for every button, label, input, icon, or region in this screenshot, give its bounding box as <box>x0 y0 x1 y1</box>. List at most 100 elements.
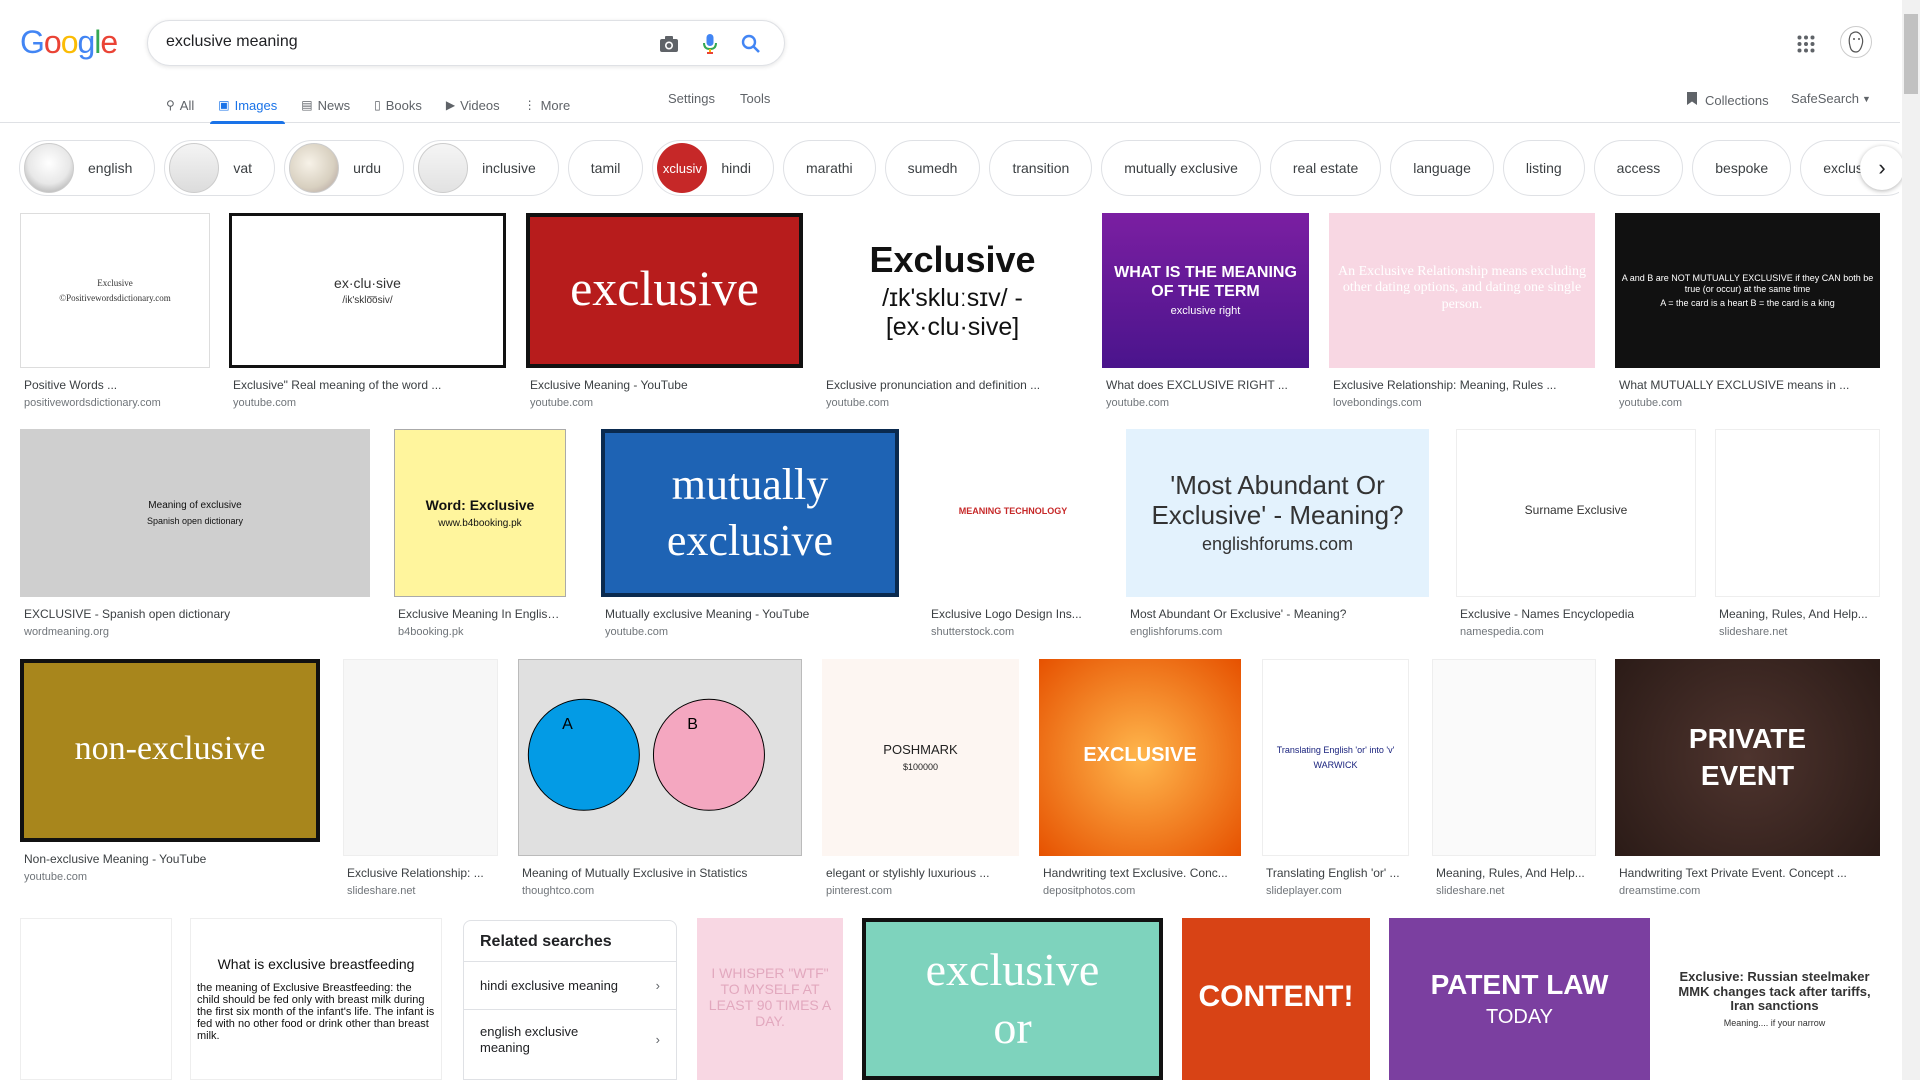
chip-real-estate[interactable]: real estate <box>1269 140 1382 196</box>
result-thumbnail[interactable]: A and B are NOT MUTUALLY EXCLUSIVE if th… <box>1615 213 1880 368</box>
search-icon[interactable] <box>739 32 763 56</box>
related-search-item[interactable]: hindi exclusive meaning › <box>464 961 676 1009</box>
thumbnail-text: mutually <box>671 460 829 510</box>
result-title[interactable]: Translating English 'or' ... <box>1266 866 1407 880</box>
result-thumbnail[interactable]: Surname Exclusive <box>1456 429 1696 597</box>
scrollbar-thumb[interactable] <box>1904 14 1918 94</box>
result-title[interactable]: Non-exclusive Meaning - YouTube <box>24 852 318 866</box>
result-thumbnail[interactable]: Exclusive ©Positivewordsdictionary.com <box>20 213 210 368</box>
result-thumbnail[interactable]: MEANING TECHNOLOGY <box>927 429 1099 597</box>
settings-link[interactable]: Settings <box>668 91 715 106</box>
result-title[interactable]: Most Abundant Or Exclusive' - Meaning? <box>1130 607 1427 621</box>
result-thumbnail[interactable]: WHAT IS THE MEANING OF THE TERM exclusive… <box>1102 213 1309 368</box>
collections-button[interactable]: Collections <box>1686 91 1769 109</box>
book-icon: ▯ <box>374 98 381 112</box>
result-title[interactable]: Exclusive - Names Encyclopedia <box>1460 607 1694 621</box>
result-domain: slideshare.net <box>1719 626 1788 638</box>
tab-news[interactable]: ▤ News <box>301 88 350 122</box>
result-thumbnail[interactable]: What is exclusive breastfeeding the meani… <box>190 918 442 1080</box>
tab-more[interactable]: ⋮ More <box>524 88 571 122</box>
chip-inclusive[interactable]: inclusive <box>413 140 559 196</box>
result-thumbnail[interactable]: non-exclusive <box>20 659 320 842</box>
result-title[interactable]: What does EXCLUSIVE RIGHT ... <box>1106 378 1307 392</box>
chip-label: urdu <box>353 160 382 176</box>
result-title[interactable]: Positive Words ... <box>24 378 208 392</box>
tab-books[interactable]: ▯ Books <box>374 88 422 122</box>
chip-bespoke[interactable]: bespoke <box>1692 140 1792 196</box>
tools-link[interactable]: Tools <box>740 91 770 106</box>
result-thumbnail[interactable] <box>20 918 172 1080</box>
result-thumbnail[interactable]: PRIVATE EVENT <box>1615 659 1880 856</box>
chip-mutually-exclusive[interactable]: mutually exclusive <box>1101 140 1261 196</box>
chip-transition[interactable]: transition <box>989 140 1093 196</box>
result-title[interactable]: Exclusive Logo Design Ins... <box>931 607 1097 621</box>
result-thumbnail[interactable]: POSHMARK $100000 <box>822 659 1019 856</box>
result-title[interactable]: EXCLUSIVE - Spanish open dictionary <box>24 607 368 621</box>
chip-hindi[interactable]: xclusiv hindi <box>652 140 774 196</box>
result-thumbnail[interactable]: exclusive or <box>862 918 1163 1080</box>
chip-label: marathi <box>805 160 853 176</box>
result-title[interactable]: Handwriting Text Private Event. Concept … <box>1619 866 1878 880</box>
tab-images[interactable]: ▣ Images <box>210 88 286 124</box>
result-thumbnail[interactable]: Word: Exclusive www.b4booking.pk <box>394 429 566 597</box>
chip-access[interactable]: access <box>1593 140 1684 196</box>
microphone-icon[interactable] <box>699 32 721 56</box>
result-title[interactable]: Meaning, Rules, And Help... <box>1719 607 1878 621</box>
chip-vat[interactable]: vat <box>164 140 276 196</box>
result-title[interactable]: Exclusive Meaning In English ... <box>398 607 564 621</box>
chip-sumedh[interactable]: sumedh <box>884 140 981 196</box>
google-logo[interactable]: Google <box>20 24 118 61</box>
chips-next-button[interactable]: › <box>1860 146 1904 190</box>
result-thumbnail[interactable] <box>1432 659 1596 856</box>
result-thumbnail[interactable] <box>343 659 498 856</box>
result-thumbnail[interactable]: I WHISPER "WTF" TO MYSELF AT LEAST 90 TI… <box>697 918 843 1080</box>
result-thumbnail[interactable]: Exclusive/ɪk'skluːsɪv/ - [ex·clu·sive] <box>822 213 1083 368</box>
result-title[interactable]: elegant or stylishly luxurious ... <box>826 866 1017 880</box>
result-thumbnail[interactable] <box>1715 429 1880 597</box>
search-input[interactable] <box>166 33 606 51</box>
chip-marathi[interactable]: marathi <box>782 140 876 196</box>
chip-listing[interactable]: listing <box>1502 140 1585 196</box>
result-thumbnail[interactable]: Meaning of exclusive Spanish open diction… <box>20 429 370 597</box>
chip-tamil[interactable]: tamil <box>567 140 644 196</box>
result-title[interactable]: Exclusive Meaning - YouTube <box>530 378 801 392</box>
result-thumbnail[interactable]: Translating English 'or' into 'v' WARWICK <box>1262 659 1409 856</box>
thumbnail-text: Meaning of exclusive <box>148 500 242 512</box>
page-scrollbar[interactable] <box>1902 0 1920 1080</box>
result-title[interactable]: Meaning, Rules, And Help... <box>1436 866 1594 880</box>
result-title[interactable]: Exclusive Relationship: ... <box>347 866 496 880</box>
result-title[interactable]: What MUTUALLY EXCLUSIVE means in ... <box>1619 378 1878 392</box>
result-thumbnail[interactable]: 'Most Abundant Or Exclusive' - Meaning? e… <box>1126 429 1429 597</box>
thumbnail-subtext: /ɪk'skluːsɪv/ - [ex·clu·sive] <box>882 284 1023 342</box>
apps-grid-icon[interactable] <box>1794 32 1818 56</box>
result-title[interactable]: Exclusive" Real meaning of the word ... <box>233 378 504 392</box>
result-thumbnail[interactable]: EXCLUSIVE <box>1039 659 1241 856</box>
result-title[interactable]: Exclusive pronunciation and definition .… <box>826 378 1081 392</box>
result-thumbnail[interactable]: mutually exclusive <box>601 429 899 597</box>
result-domain: youtube.com <box>233 397 296 409</box>
result-title[interactable]: Meaning of Mutually Exclusive in Statist… <box>522 866 800 880</box>
camera-icon[interactable] <box>658 33 680 55</box>
thumbnail-text: non-exclusive <box>74 729 266 767</box>
tab-all[interactable]: ⚲ All <box>166 88 194 122</box>
chip-language[interactable]: language <box>1390 140 1494 196</box>
safesearch-menu[interactable]: SafeSearch ▼ <box>1791 91 1871 106</box>
chip-english[interactable]: english <box>19 140 156 196</box>
result-thumbnail[interactable]: PATENT LAW TODAY <box>1389 918 1650 1080</box>
result-thumbnail[interactable]: An Exclusive Relationship means excludin… <box>1329 213 1595 368</box>
result-title[interactable]: Handwriting text Exclusive. Conc... <box>1043 866 1239 880</box>
result-title[interactable]: Mutually exclusive Meaning - YouTube <box>605 607 897 621</box>
result-thumbnail[interactable]: AB <box>518 659 802 856</box>
result-domain: dreamstime.com <box>1619 885 1701 897</box>
result-thumbnail[interactable]: ex·clu·sive/ik'sklo͞osiv/ <box>229 213 506 368</box>
thumbnail-text: PATENT LAW <box>1430 969 1609 1001</box>
account-avatar[interactable] <box>1840 26 1872 58</box>
result-thumbnail[interactable]: Exclusive: Russian steelmaker MMK change… <box>1669 918 1880 1080</box>
chip-urdu[interactable]: urdu <box>284 140 405 196</box>
thumbnail-text: Surname Exclusive <box>1524 503 1628 518</box>
result-title[interactable]: Exclusive Relationship: Meaning, Rules .… <box>1333 378 1593 392</box>
tab-videos[interactable]: ▶ Videos <box>446 88 500 122</box>
related-search-item[interactable]: english exclusive meaning › <box>464 1009 676 1069</box>
result-thumbnail[interactable]: CONTENT! <box>1182 918 1370 1080</box>
result-thumbnail[interactable]: exclusive <box>526 213 803 368</box>
